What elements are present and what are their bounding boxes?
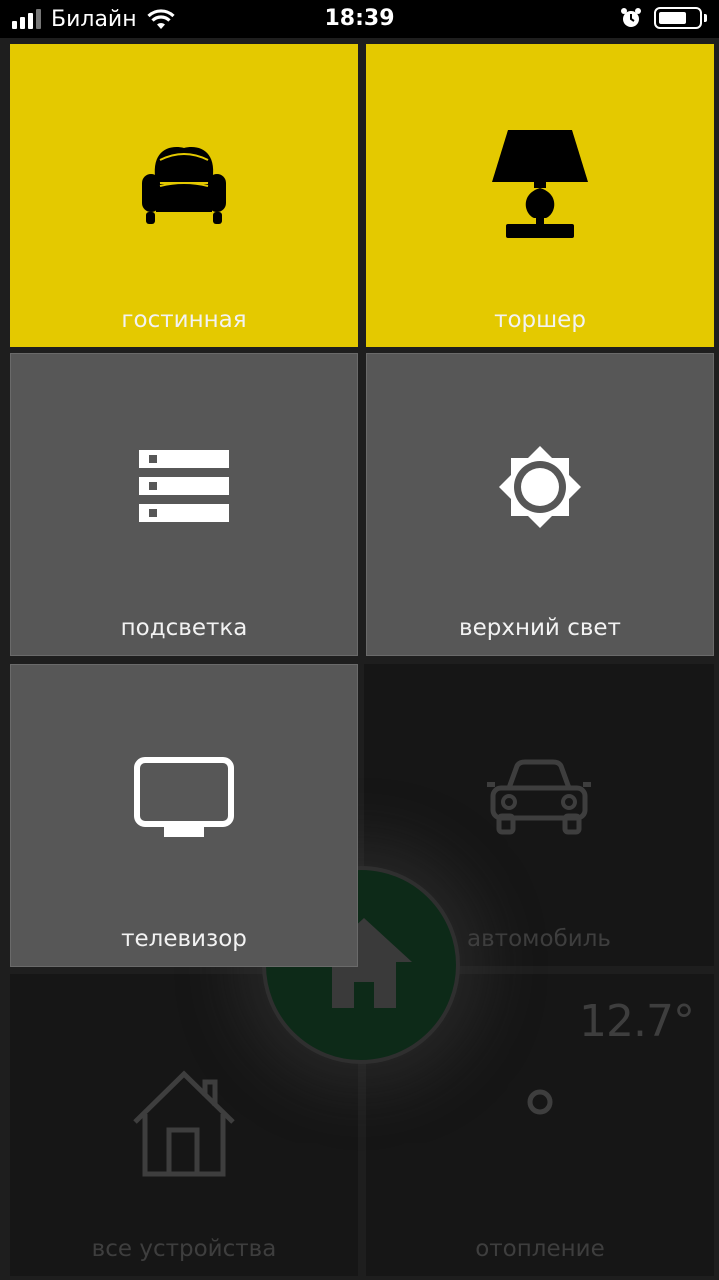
tile-floor-lamp[interactable]: торшер [366, 44, 714, 347]
battery-icon [654, 7, 702, 29]
battery-tip [704, 14, 707, 22]
ceiling-light-icon [498, 445, 582, 529]
tile-backlight[interactable]: подсветка [10, 353, 358, 656]
alarm-icon [621, 8, 641, 27]
house-outline-icon [133, 1070, 235, 1177]
tile-label: подсветка [120, 615, 248, 641]
tile-label: торшер [494, 307, 586, 333]
tile-tv[interactable]: телевизор [10, 664, 358, 967]
car-icon [487, 759, 591, 835]
battery-level [659, 12, 686, 24]
tile-label: все устройства [91, 1236, 277, 1262]
armchair-icon [142, 147, 226, 224]
tv-icon [134, 757, 234, 837]
tile-living-room[interactable]: гостинная [10, 44, 358, 347]
status-time: 18:39 [324, 6, 395, 31]
tile-ceiling-light[interactable]: верхний свет [366, 353, 714, 656]
device-grid: гостинная торшер подсветка верхний свет … [0, 38, 719, 1280]
status-bar: Билайн 18:39 [0, 0, 719, 38]
tile-label: отопление [475, 1236, 605, 1262]
temperature-readout: 12.7° [579, 996, 695, 1047]
floor-lamp-icon [492, 130, 588, 238]
thermostat-icon [527, 1089, 553, 1115]
tile-label: верхний свет [459, 615, 621, 641]
status-right [620, 7, 707, 29]
tile-label: телевизор [121, 926, 247, 952]
led-strip-icon [139, 450, 229, 522]
tile-label: гостинная [121, 307, 247, 333]
